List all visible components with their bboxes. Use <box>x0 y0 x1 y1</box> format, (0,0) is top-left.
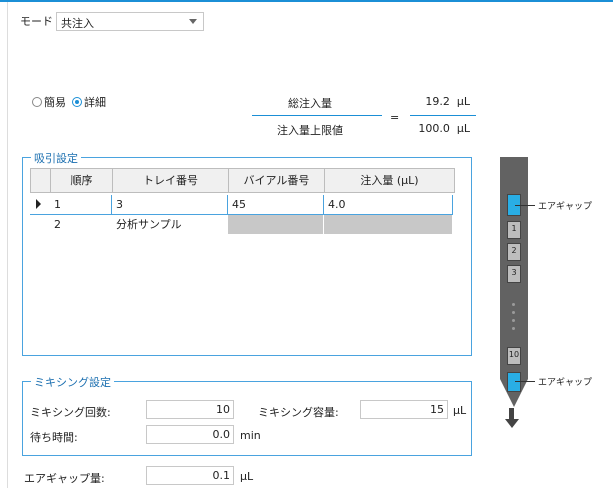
air-gap-input[interactable]: 0.1 <box>146 466 234 485</box>
left-divider <box>7 2 8 488</box>
air-gap-segment-bottom <box>507 372 521 392</box>
mixing-volume-unit: μL <box>453 404 467 417</box>
total-injection-label: 総注入量 <box>288 97 332 110</box>
limit-value: 100.0 μL <box>418 122 470 135</box>
callout-line-top <box>515 205 535 206</box>
cell-order[interactable]: 2 <box>50 215 112 234</box>
ellipsis-dot <box>512 327 515 330</box>
radio-detail-label[interactable]: 詳細 <box>84 94 106 110</box>
radio-detail[interactable] <box>72 97 82 107</box>
header-tray: トレイ番号 <box>113 169 229 192</box>
ellipsis-dot <box>512 311 515 314</box>
aspiration-title: 吸引設定 <box>31 150 81 166</box>
top-accent-bar <box>0 0 613 2</box>
air-gap-top-label: エアギャップ <box>538 202 593 212</box>
sample-segment: 2 <box>507 243 521 261</box>
air-gap-label: エアギャップ量: <box>24 472 105 485</box>
header-selector <box>31 169 51 192</box>
sample-segment: 3 <box>507 265 521 283</box>
wait-time-label: 待ち時間: <box>30 431 78 444</box>
air-gap-unit: μL <box>240 470 254 483</box>
mode-label: モード <box>20 15 53 28</box>
limit-label: 注入量上限値 <box>277 124 343 137</box>
needle-diagram: 1 2 3 10 <box>500 157 528 407</box>
table-row[interactable]: 2 分析サンプル <box>30 215 453 234</box>
wait-time-input[interactable]: 0.0 <box>146 425 234 444</box>
equals-sign: = <box>390 111 400 124</box>
radio-simple-label[interactable]: 簡易 <box>44 94 66 110</box>
row-indicator <box>30 195 50 214</box>
sample-segment: 1 <box>507 221 521 239</box>
mixing-volume-label: ミキシング容量: <box>258 406 339 419</box>
cell-vial[interactable]: 45 <box>228 195 324 214</box>
mixing-title: ミキシング設定 <box>31 374 114 390</box>
mode-select-value: 共注入 <box>61 17 94 30</box>
mixing-count-input[interactable]: 10 <box>146 400 234 419</box>
ellipsis-dot <box>512 319 515 322</box>
wait-time-unit: min <box>240 429 261 442</box>
mode-select[interactable]: 共注入 <box>56 12 204 31</box>
ellipsis-dot <box>512 303 515 306</box>
cell-volume-disabled <box>324 215 453 234</box>
callout-line-bottom <box>515 381 535 382</box>
header-order: 順序 <box>51 169 113 192</box>
cell-tray[interactable]: 分析サンプル <box>112 215 228 234</box>
chevron-down-icon <box>189 19 197 24</box>
table-row[interactable]: 1 3 45 4.0 <box>30 195 453 215</box>
mixing-count-label: ミキシング回数: <box>30 406 111 419</box>
row-indicator <box>30 215 50 234</box>
down-arrow-head <box>505 419 519 428</box>
total-injection-value: 19.2 μL <box>425 95 470 108</box>
cell-tray[interactable]: 3 <box>112 195 228 214</box>
view-radio-group: 簡易 詳細 <box>32 94 112 110</box>
cell-order[interactable]: 1 <box>50 195 112 214</box>
mixing-volume-input[interactable]: 15 <box>360 400 448 419</box>
fraction-line-value <box>410 115 476 116</box>
aspiration-table: 順序 トレイ番号 バイアル番号 注入量 (μL) 1 3 45 4.0 2 分析… <box>30 168 455 358</box>
header-volume: 注入量 (μL) <box>360 174 419 187</box>
radio-simple[interactable] <box>32 97 42 107</box>
cell-volume[interactable]: 4.0 <box>324 195 453 214</box>
header-vial: バイアル番号 <box>229 169 325 192</box>
table-header: 順序 トレイ番号 バイアル番号 注入量 (μL) <box>30 168 455 193</box>
fraction-line <box>252 115 382 116</box>
sample-segment: 10 <box>507 347 521 365</box>
row-pointer-icon <box>36 199 41 209</box>
cell-vial-disabled <box>228 215 324 234</box>
air-gap-bottom-label: エアギャップ <box>538 378 593 388</box>
